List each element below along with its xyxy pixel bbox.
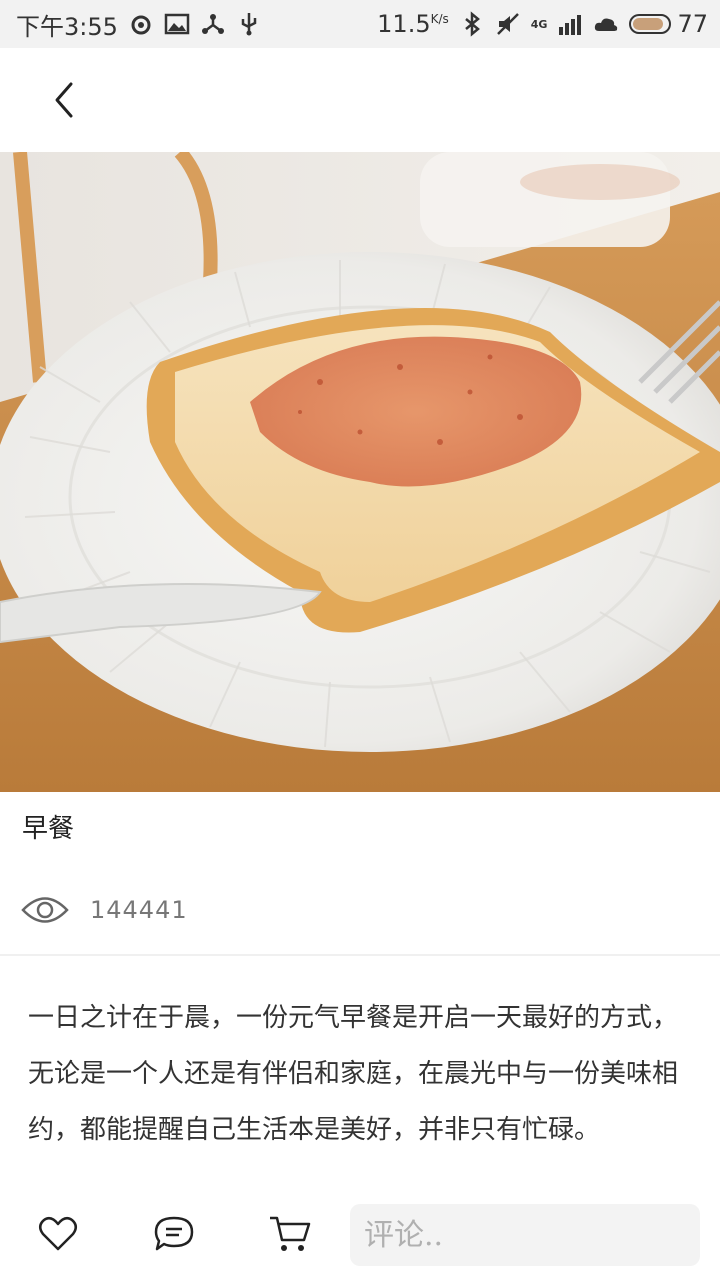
view-count-row: 144441 xyxy=(20,888,188,932)
heart-icon xyxy=(39,1216,77,1251)
status-bar-right: 11.5K/s 4G 77 xyxy=(377,10,708,38)
bottom-action-bar xyxy=(0,1194,720,1280)
comment-icon xyxy=(154,1216,194,1251)
app-bar xyxy=(0,48,720,152)
bluetooth-icon xyxy=(464,11,480,37)
network-type: 4G xyxy=(530,17,548,31)
weibo-icon xyxy=(131,15,151,35)
article-title: 早餐 xyxy=(22,814,75,844)
usb-icon xyxy=(241,13,257,36)
breakfast-photo xyxy=(0,152,720,792)
battery-fill xyxy=(633,18,663,30)
eye-icon xyxy=(21,897,69,923)
cart-button[interactable] xyxy=(268,1212,312,1256)
chevron-left-icon xyxy=(55,82,73,118)
network-speed-unit: K/s xyxy=(430,12,449,26)
like-button[interactable] xyxy=(36,1212,80,1256)
back-button[interactable] xyxy=(36,72,92,128)
section-divider xyxy=(0,954,720,956)
signal-icon xyxy=(559,15,582,35)
battery-icon xyxy=(629,14,672,34)
battery-level: 77 xyxy=(677,10,708,38)
hero-image xyxy=(0,152,720,792)
comment-button[interactable] xyxy=(152,1212,196,1256)
network-speed: 11.5K/s xyxy=(377,10,449,38)
cart-icon xyxy=(270,1216,311,1251)
status-time: 下午3:55 xyxy=(16,12,118,41)
status-bar: 下午3:55 11.5K/s 4G 77 xyxy=(0,0,720,48)
status-bar-left: 下午3:55 xyxy=(16,7,262,42)
share-icon xyxy=(201,14,224,34)
comment-input[interactable] xyxy=(350,1204,700,1266)
mute-icon xyxy=(496,13,519,35)
view-count: 144441 xyxy=(90,896,188,924)
article-description: 一日之计在于晨，一份元气早餐是开启一天最好的方式，无论是一个人还是有伴侣和家庭，… xyxy=(28,1003,679,1145)
image-icon xyxy=(164,13,190,35)
cloud-icon xyxy=(595,18,618,31)
battery-indicator: 77 xyxy=(629,10,708,38)
network-speed-value: 11.5 xyxy=(377,10,431,38)
